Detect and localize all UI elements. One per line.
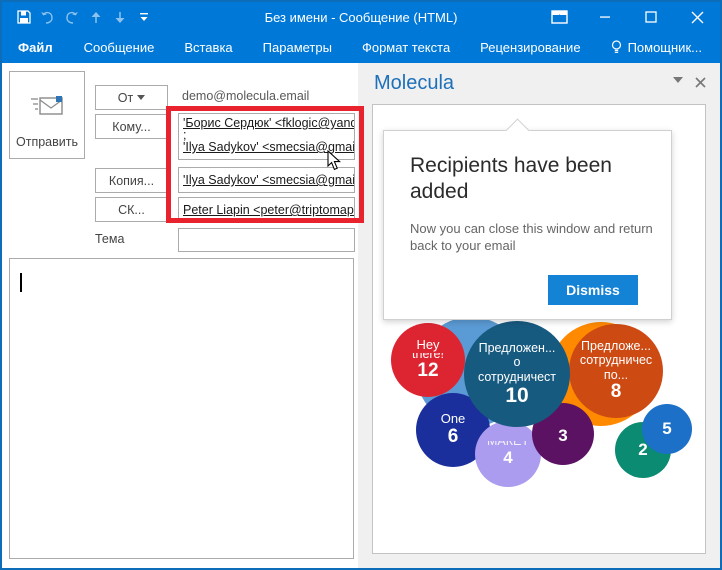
to-field[interactable]: 'Борис Сердюк' <fklogic@yande ; 'Ilya Sa… bbox=[178, 113, 355, 160]
tab-format-text[interactable]: Формат текста bbox=[347, 32, 465, 63]
redo-icon[interactable] bbox=[64, 10, 79, 25]
bubble-predlozhenie-10[interactable]: Предложен... о сотрудничест 10 bbox=[464, 321, 570, 427]
minimize-icon[interactable] bbox=[582, 2, 628, 32]
bubble-5[interactable]: 5 bbox=[642, 404, 692, 454]
notification-popover: Recipients have been added Now you can c… bbox=[383, 130, 672, 320]
move-up-icon[interactable] bbox=[88, 10, 103, 25]
dismiss-button[interactable]: Dismiss bbox=[548, 275, 638, 305]
bcc-recipient-1[interactable]: Peter Liapin <peter@triptomap.c bbox=[183, 203, 354, 217]
subject-input[interactable] bbox=[178, 228, 355, 252]
task-pane-menu-icon[interactable] bbox=[673, 77, 683, 88]
subject-label: Тема bbox=[95, 232, 125, 246]
move-down-icon[interactable] bbox=[112, 10, 127, 25]
send-button-label: Отправить bbox=[16, 135, 78, 149]
cc-button[interactable]: Копия... bbox=[95, 168, 168, 193]
customize-quick-access-icon[interactable] bbox=[136, 10, 151, 25]
to-button[interactable]: Кому... bbox=[95, 114, 168, 139]
send-envelope-icon bbox=[30, 95, 64, 119]
ribbon-tab-strip: Файл Сообщение Вставка Параметры Формат … bbox=[2, 32, 720, 63]
send-button[interactable]: Отправить bbox=[9, 71, 85, 159]
bubble-hey-there-12[interactable]: Hey there! 12 bbox=[391, 323, 465, 397]
lightbulb-icon bbox=[611, 40, 622, 55]
popover-body: Now you can close this window and return… bbox=[410, 220, 653, 254]
ribbon-display-options-icon[interactable] bbox=[536, 2, 582, 32]
tab-options[interactable]: Параметры bbox=[248, 32, 347, 63]
cc-recipient-1[interactable]: 'Ilya Sadykov' <smecsia@gmail.c bbox=[183, 173, 354, 187]
cc-field[interactable]: 'Ilya Sadykov' <smecsia@gmail.c bbox=[178, 167, 355, 193]
undo-icon[interactable] bbox=[40, 10, 55, 25]
to-separator: ; bbox=[183, 128, 187, 142]
to-recipient-2[interactable]: 'Ilya Sadykov' <smecsia@gmail.c bbox=[183, 140, 354, 154]
chevron-down-icon bbox=[137, 95, 146, 100]
tab-insert[interactable]: Вставка bbox=[169, 32, 247, 63]
tab-assistant[interactable]: Помощник... bbox=[596, 32, 717, 63]
task-pane-header: Molecula bbox=[358, 63, 720, 104]
outlook-compose-window: Без имени - Сообщение (HTML) Файл Сообще… bbox=[0, 0, 722, 570]
task-pane-title: Molecula bbox=[374, 72, 455, 94]
tab-message[interactable]: Сообщение bbox=[69, 32, 170, 63]
addin-content: One 6 МАКЕТ 4 2 5 Hey there! 12 Предложе… bbox=[372, 104, 706, 554]
bcc-button[interactable]: СК... bbox=[95, 197, 168, 222]
maximize-icon[interactable] bbox=[628, 2, 674, 32]
to-recipient-1[interactable]: 'Борис Сердюк' <fklogic@yande bbox=[183, 116, 354, 130]
tab-file[interactable]: Файл bbox=[2, 32, 69, 63]
window-controls bbox=[536, 2, 720, 32]
popover-heading: Recipients have been added bbox=[410, 154, 612, 204]
from-address: demo@molecula.email bbox=[182, 89, 310, 103]
save-icon[interactable] bbox=[16, 10, 31, 25]
task-pane-close-icon[interactable] bbox=[695, 77, 706, 88]
text-caret bbox=[20, 273, 22, 292]
bubble-predlozhenie-8[interactable]: Предложе... сотрудничес по... 8 bbox=[569, 324, 663, 418]
from-button[interactable]: От bbox=[95, 85, 168, 110]
message-body[interactable] bbox=[9, 258, 354, 559]
molecula-task-pane: Molecula One 6 МАКЕТ 4 2 5 Hey there! 12… bbox=[358, 63, 720, 568]
compose-pane: Отправить От demo@molecula.email Кому...… bbox=[2, 63, 358, 568]
tab-review[interactable]: Рецензирование bbox=[465, 32, 595, 63]
quick-access-toolbar bbox=[2, 10, 151, 25]
bcc-field[interactable]: Peter Liapin <peter@triptomap.c bbox=[178, 197, 355, 223]
title-bar: Без имени - Сообщение (HTML) bbox=[2, 2, 720, 32]
close-icon[interactable] bbox=[674, 2, 720, 32]
